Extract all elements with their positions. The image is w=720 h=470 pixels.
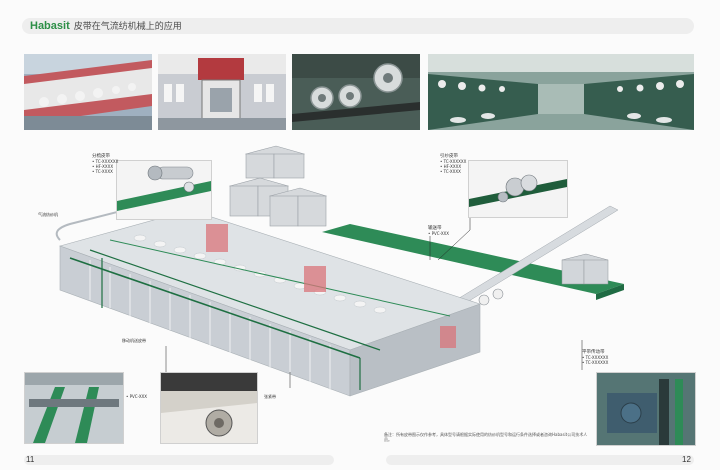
- footer-bar-right: [386, 455, 694, 465]
- callout-bottom-left: 移动机送皮带: [122, 338, 146, 343]
- callout-left-top-line: • TC-XXXX: [92, 169, 113, 174]
- footer-bar-left: [24, 455, 334, 465]
- page-number-right: 12: [682, 455, 691, 464]
- callout-bottom-center: 张紧带: [264, 394, 276, 399]
- callout-left-top: 分梳皮带 • TC-XXXXXX • HF-XXXX • TC-XXXX: [92, 154, 118, 174]
- photo-machine-unit: [158, 54, 286, 130]
- callout-bottom-right-line: • TC-XXXXXX: [582, 360, 609, 365]
- photo-spinning-line: [24, 54, 152, 130]
- page-title: Habasit 皮带在气流纺机械上的应用: [30, 20, 182, 33]
- inset-bottom-center: [160, 372, 258, 444]
- callout-conveyor: 输送带 • PVC-XXX: [428, 226, 449, 236]
- photo-mill-hall: [428, 54, 694, 130]
- inset-top-right: [468, 160, 568, 218]
- inset-bottom-left: [24, 372, 124, 444]
- brochure-spread: Habasit 皮带在气流纺机械上的应用 分梳皮带 • TC-XXXXXX • …: [0, 0, 720, 470]
- machine-label: 气流纺纱机: [38, 212, 58, 217]
- brand-name: Habasit: [30, 20, 70, 32]
- callout-right-top-line: • TC-XXXX: [440, 169, 461, 174]
- inset-top-left: [116, 160, 212, 220]
- photo-pulleys: [292, 54, 420, 130]
- page-number-left: 11: [26, 455, 35, 464]
- callout-conveyor-line: • PVC-XXX: [428, 231, 450, 236]
- note-text: 备注：所有皮带图示仅作参考，具体型号请根据实际使用的纺纱机型号和运行条件选择或者…: [384, 432, 588, 442]
- callout-right-top: 引纱皮带 • TC-XXXXXX • HF-XXXX • TC-XXXX: [440, 154, 466, 174]
- callout-bottom-right: 平带传动带 • TC-XXXXXX • TC-XXXXXX: [582, 350, 608, 365]
- title-text: 皮带在气流纺机械上的应用: [73, 22, 182, 32]
- inset-bottom-right: [596, 372, 696, 446]
- callout-bottom-left-inset: • PVC-XXX: [126, 394, 148, 399]
